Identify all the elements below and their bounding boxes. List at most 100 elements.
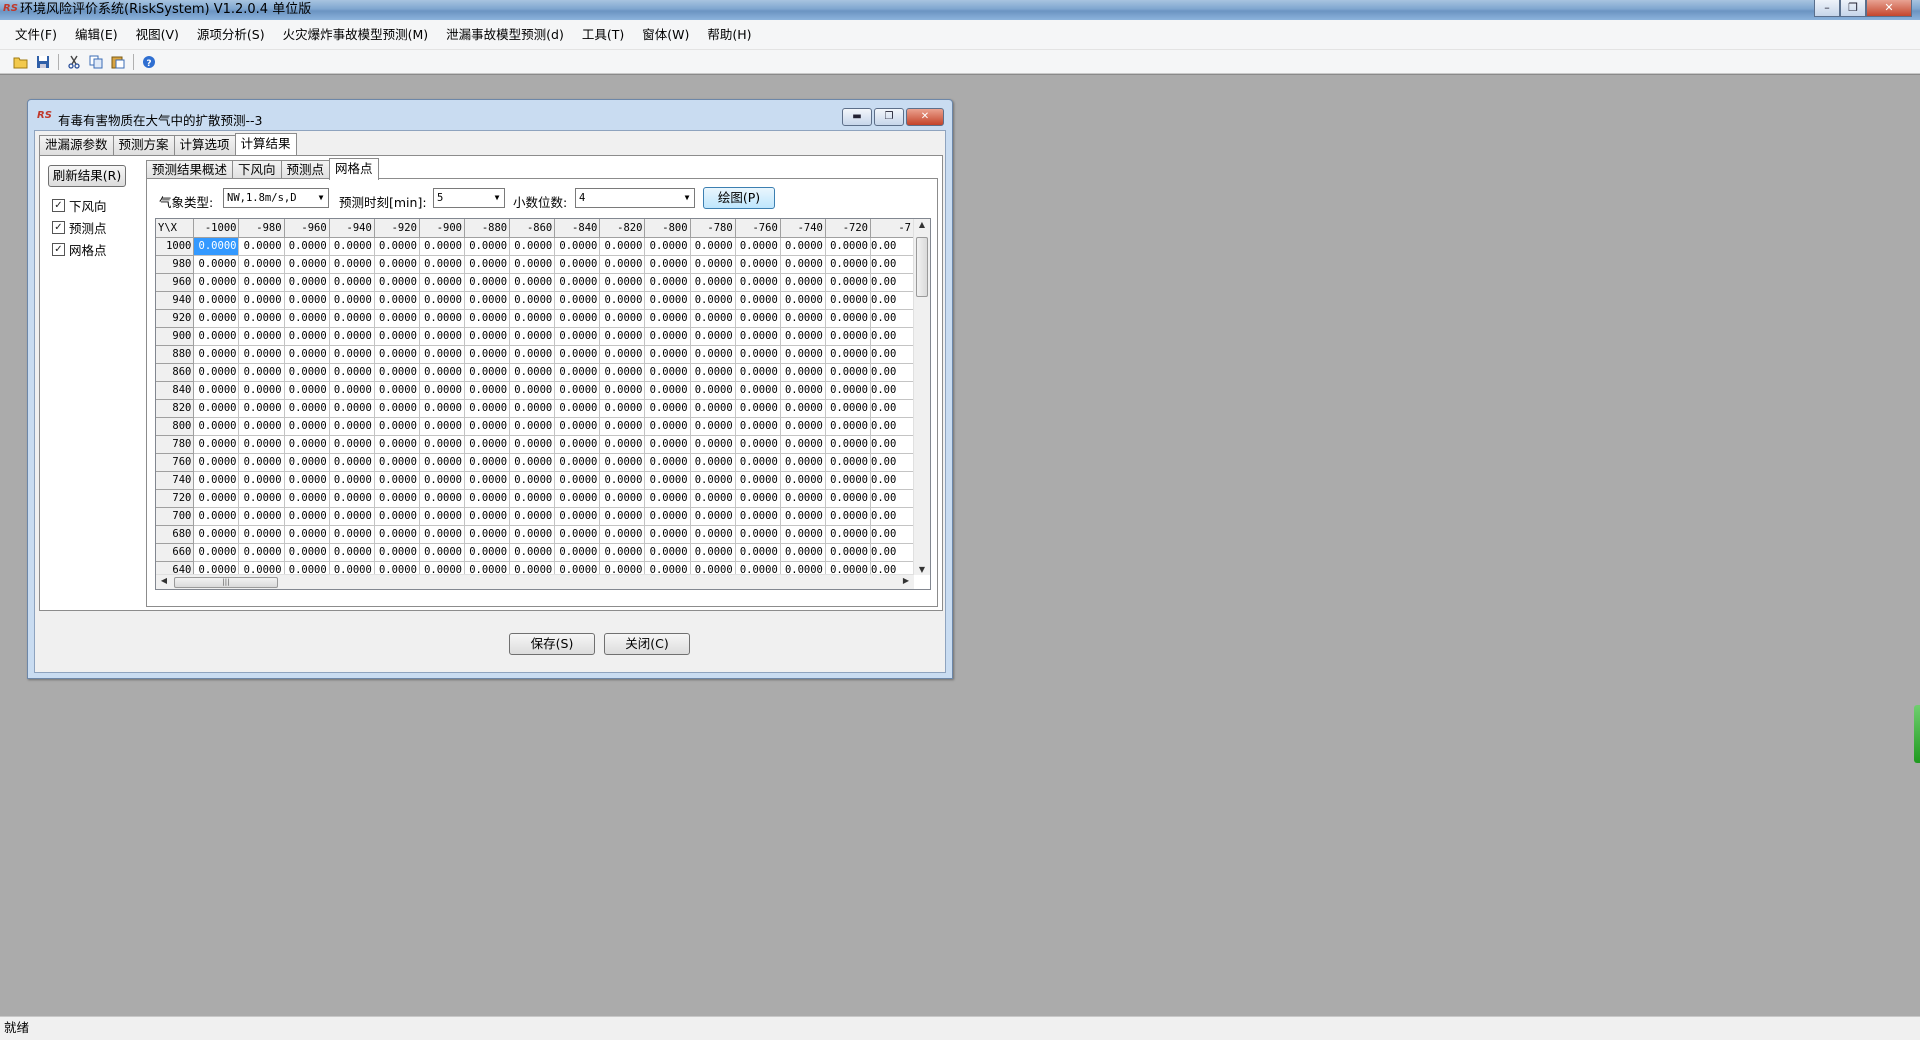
table-cell[interactable]: 0.00	[870, 291, 914, 310]
column-header[interactable]: -880	[464, 219, 511, 238]
table-cell[interactable]: 0.0000	[509, 363, 556, 382]
table-cell[interactable]: 0.0000	[735, 471, 781, 490]
table-cell[interactable]: 0.0000	[690, 309, 736, 328]
table-cell[interactable]: 0.0000	[825, 291, 872, 310]
table-cell[interactable]: 0.0000	[509, 399, 556, 418]
table-cell[interactable]: 0.0000	[329, 453, 375, 472]
table-cell[interactable]: 0.0000	[419, 489, 466, 508]
table-cell[interactable]: 0.0000	[690, 489, 736, 508]
table-cell[interactable]: 0.0000	[554, 471, 601, 490]
table-cell[interactable]: 0.0000	[690, 345, 736, 364]
table-cell[interactable]: 0.0000	[599, 399, 646, 418]
table-cell[interactable]: 0.0000	[644, 309, 691, 328]
table-cell[interactable]: 0.0000	[735, 309, 781, 328]
table-cell[interactable]: 0.00	[870, 273, 914, 292]
table-cell[interactable]: 0.0000	[284, 255, 330, 274]
table-cell[interactable]: 0.0000	[464, 363, 511, 382]
table-cell[interactable]: 0.0000	[735, 525, 781, 544]
close-button[interactable]: 关闭(C)	[604, 633, 690, 655]
table-cell[interactable]: 0.0000	[193, 363, 240, 382]
table-cell[interactable]: 0.00	[870, 543, 914, 562]
table-cell[interactable]: 0.0000	[554, 237, 601, 256]
table-cell[interactable]: 0.0000	[554, 435, 601, 454]
table-cell[interactable]: 0.0000	[825, 417, 872, 436]
table-cell[interactable]: 0.0000	[193, 561, 240, 575]
table-cell[interactable]: 0.0000	[735, 291, 781, 310]
table-cell[interactable]: 0.0000	[419, 525, 466, 544]
checkbox-downwind[interactable]: ✓ 下风向	[52, 196, 107, 215]
table-cell[interactable]: 0.0000	[419, 453, 466, 472]
table-cell[interactable]: 0.0000	[374, 561, 420, 575]
menu-view[interactable]: 视图(V)	[127, 20, 188, 50]
checkbox-grid-points[interactable]: ✓ 网格点	[52, 240, 107, 259]
row-header[interactable]: 720	[156, 489, 195, 508]
table-cell[interactable]: 0.0000	[825, 327, 872, 346]
table-cell[interactable]: 0.0000	[329, 471, 375, 490]
table-cell[interactable]: 0.0000	[238, 453, 285, 472]
tab-leak-source-params[interactable]: 泄漏源参数	[39, 135, 114, 155]
table-cell[interactable]: 0.0000	[193, 255, 240, 274]
table-cell[interactable]: 0.0000	[193, 291, 240, 310]
row-header[interactable]: 900	[156, 327, 195, 346]
table-cell[interactable]: 0.0000	[554, 273, 601, 292]
menu-window[interactable]: 窗体(W)	[633, 20, 698, 50]
table-cell[interactable]: 0.0000	[735, 255, 781, 274]
table-cell[interactable]: 0.0000	[644, 561, 691, 575]
table-cell[interactable]: 0.0000	[193, 525, 240, 544]
table-cell[interactable]: 0.0000	[238, 435, 285, 454]
tab-result-summary[interactable]: 预测结果概述	[146, 160, 234, 180]
tab-downwind[interactable]: 下风向	[232, 160, 282, 180]
table-cell[interactable]: 0.0000	[193, 399, 240, 418]
table-cell[interactable]: 0.0000	[464, 381, 511, 400]
table-cell[interactable]: 0.0000	[554, 489, 601, 508]
table-cell[interactable]: 0.0000	[644, 345, 691, 364]
table-cell[interactable]: 0.0000	[329, 399, 375, 418]
table-cell[interactable]: 0.0000	[599, 237, 646, 256]
table-cell[interactable]: 0.0000	[690, 435, 736, 454]
table-cell[interactable]: 0.0000	[825, 507, 872, 526]
table-cell[interactable]: 0.0000	[509, 345, 556, 364]
table-cell[interactable]: 0.0000	[735, 435, 781, 454]
table-cell[interactable]: 0.0000	[329, 327, 375, 346]
row-header[interactable]: 820	[156, 399, 195, 418]
tab-calculation-options[interactable]: 计算选项	[173, 135, 236, 155]
table-cell[interactable]: 0.0000	[554, 507, 601, 526]
save-button[interactable]: 保存(S)	[509, 633, 595, 655]
table-cell[interactable]: 0.0000	[238, 525, 285, 544]
table-cell[interactable]: 0.0000	[644, 273, 691, 292]
column-header[interactable]: -7	[870, 219, 914, 238]
tab-prediction-scheme[interactable]: 预测方案	[112, 135, 175, 155]
table-cell[interactable]: 0.0000	[690, 255, 736, 274]
table-cell[interactable]: 0.00	[870, 345, 914, 364]
column-header[interactable]: -780	[690, 219, 736, 238]
table-cell[interactable]: 0.0000	[690, 453, 736, 472]
table-cell[interactable]: 0.0000	[419, 399, 466, 418]
row-header[interactable]: 880	[156, 345, 195, 364]
row-header[interactable]: 660	[156, 543, 195, 562]
table-cell[interactable]: 0.0000	[509, 237, 556, 256]
table-cell[interactable]: 0.0000	[509, 417, 556, 436]
table-cell[interactable]: 0.0000	[193, 237, 240, 256]
cut-icon[interactable]	[63, 52, 85, 72]
table-cell[interactable]: 0.0000	[825, 309, 872, 328]
table-cell[interactable]: 0.00	[870, 327, 914, 346]
table-cell[interactable]: 0.0000	[825, 381, 872, 400]
table-cell[interactable]: 0.0000	[554, 309, 601, 328]
table-cell[interactable]: 0.0000	[193, 381, 240, 400]
table-cell[interactable]: 0.0000	[780, 489, 826, 508]
table-cell[interactable]: 0.0000	[599, 435, 646, 454]
table-cell[interactable]: 0.0000	[780, 363, 826, 382]
table-cell[interactable]: 0.0000	[419, 543, 466, 562]
table-cell[interactable]: 0.0000	[329, 435, 375, 454]
table-cell[interactable]: 0.0000	[419, 291, 466, 310]
table-cell[interactable]: 0.0000	[374, 273, 420, 292]
paste-icon[interactable]	[107, 52, 129, 72]
table-cell[interactable]: 0.00	[870, 363, 914, 382]
help-icon[interactable]: ?	[138, 52, 160, 72]
table-cell[interactable]: 0.0000	[509, 435, 556, 454]
table-cell[interactable]: 0.0000	[374, 507, 420, 526]
table-cell[interactable]: 0.0000	[735, 399, 781, 418]
table-cell[interactable]: 0.0000	[238, 255, 285, 274]
table-cell[interactable]: 0.0000	[509, 525, 556, 544]
table-cell[interactable]: 0.0000	[329, 237, 375, 256]
